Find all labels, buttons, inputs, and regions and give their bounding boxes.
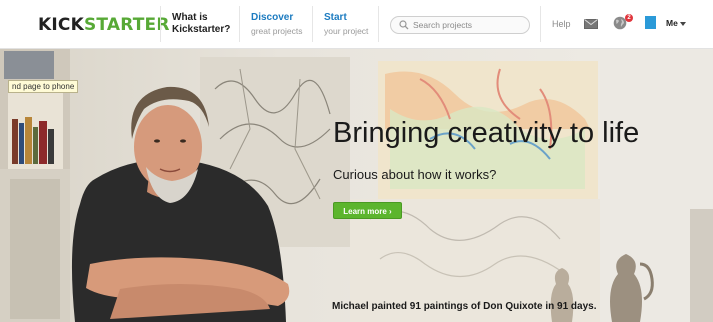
nav-what-line2: Kickstarter? — [172, 24, 231, 35]
nav-start[interactable]: Start your project — [324, 12, 368, 37]
search-box[interactable] — [390, 16, 530, 34]
hero-banner: nd page to phone Bringing creativity to … — [0, 49, 713, 322]
nav-divider — [378, 6, 379, 42]
nav-divider — [239, 6, 240, 42]
tooltip: nd page to phone — [8, 80, 79, 93]
search-icon — [399, 20, 409, 30]
help-link[interactable]: Help — [552, 19, 571, 29]
hero-photo — [0, 49, 713, 322]
kickstarter-logo[interactable]: KICKSTARTER — [38, 16, 170, 34]
nav-what-is-kickstarter[interactable]: What is Kickstarter? — [172, 12, 230, 36]
nav-start-label: Start — [324, 12, 347, 23]
notification-badge: 2 — [625, 14, 633, 22]
nav-discover[interactable]: Discover great projects — [251, 12, 303, 37]
search-input[interactable] — [413, 18, 523, 31]
nav-divider — [312, 6, 313, 42]
logo-kick: KICK — [38, 15, 84, 35]
hero-caption: Michael painted 91 paintings of Don Quix… — [332, 301, 597, 312]
nav-discover-sub: great projects — [251, 26, 303, 36]
mail-icon[interactable] — [584, 19, 598, 29]
nav-what-line1: What is — [172, 12, 208, 23]
logo-starter: STARTER — [83, 15, 170, 35]
hero-headline: Bringing creativity to life — [333, 117, 640, 149]
avatar[interactable] — [645, 16, 656, 29]
learn-more-button[interactable]: Learn more › — [333, 202, 402, 219]
hero-subhead: Curious about how it works? — [333, 167, 497, 182]
top-nav-bar: KICKSTARTER What is Kickstarter? Discove… — [0, 0, 713, 49]
nav-start-sub: your project — [324, 26, 369, 36]
nav-divider — [540, 6, 541, 42]
nav-divider — [160, 6, 161, 42]
caret-down-icon[interactable] — [680, 22, 686, 26]
nav-discover-label: Discover — [251, 12, 294, 23]
me-menu-label[interactable]: Me — [666, 18, 678, 28]
